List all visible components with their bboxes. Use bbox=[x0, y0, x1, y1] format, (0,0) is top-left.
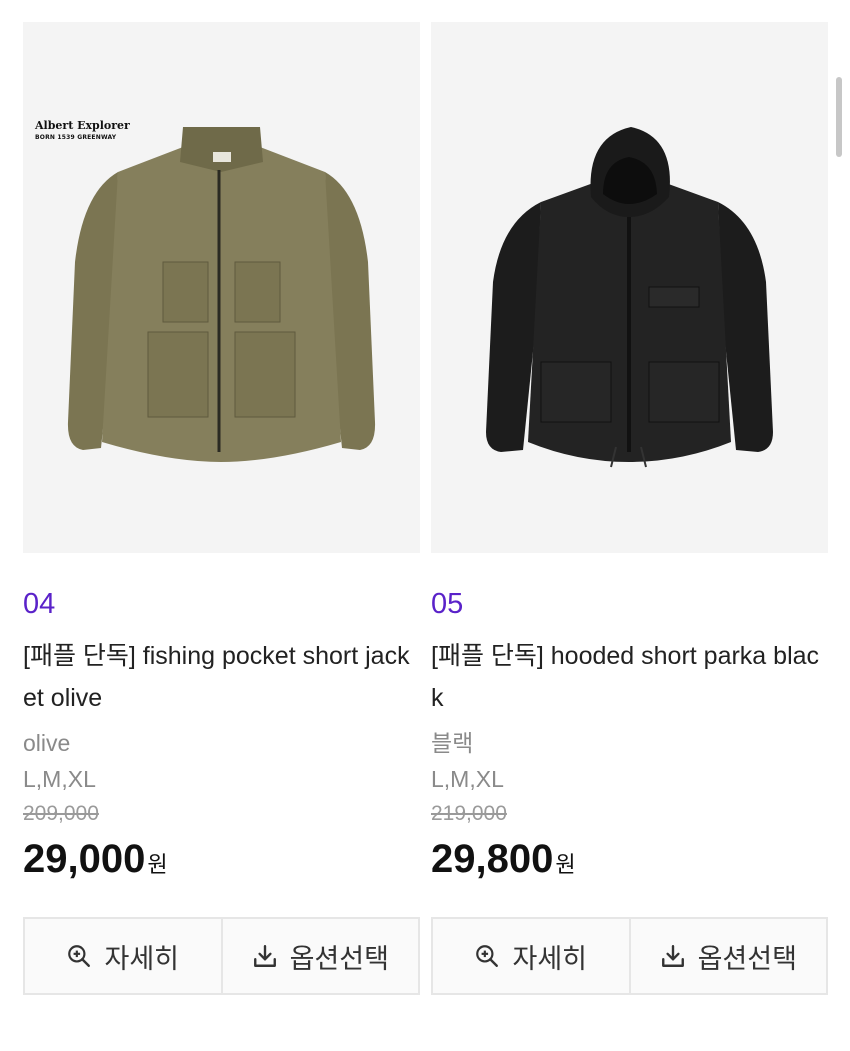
product-rank: 04 bbox=[23, 588, 56, 620]
detail-button[interactable]: 자세히 bbox=[25, 919, 221, 993]
original-price: 209,000 bbox=[23, 802, 99, 825]
product-actions: 자세히 옵션선택 bbox=[431, 917, 828, 995]
product-sizes: L,M,XL bbox=[23, 766, 96, 792]
download-icon bbox=[253, 945, 276, 967]
option-select-button[interactable]: 옵션선택 bbox=[628, 919, 827, 993]
option-select-label: 옵션선택 bbox=[289, 943, 389, 974]
zoom-in-icon bbox=[68, 945, 91, 967]
original-price: 219,000 bbox=[431, 802, 507, 825]
product-sizes: L,M,XL bbox=[431, 766, 504, 792]
brand-logo: Albert Explorer BORN 1539 GREENWAY bbox=[35, 119, 130, 142]
black-parka-image bbox=[486, 127, 773, 468]
scrollbar[interactable] bbox=[836, 77, 842, 157]
product-image[interactable]: Albert Explorer BORN 1539 GREENWAY bbox=[23, 22, 420, 553]
product-actions: 자세히 옵션선택 bbox=[23, 917, 420, 995]
olive-jacket-image bbox=[67, 127, 376, 462]
product-name[interactable]: [패플 단독] fishing pocket short jacket oliv… bbox=[23, 635, 420, 719]
product-card[interactable]: 05 [패플 단독] hooded short parka black 블랙 L… bbox=[431, 22, 828, 889]
zoom-in-icon bbox=[476, 945, 499, 967]
download-icon bbox=[661, 945, 684, 967]
currency-unit: 원 bbox=[147, 852, 168, 877]
product-card[interactable]: Albert Explorer BORN 1539 GREENWAY 04 [패… bbox=[23, 22, 420, 889]
sale-price: 29,000원 bbox=[23, 835, 420, 889]
detail-button-label: 자세히 bbox=[104, 943, 180, 974]
option-select-label: 옵션선택 bbox=[697, 943, 797, 974]
product-color: olive bbox=[23, 730, 71, 756]
currency-unit: 원 bbox=[555, 852, 576, 877]
sale-price-value: 29,000 bbox=[23, 837, 146, 881]
product-color: 블랙 bbox=[431, 730, 474, 756]
detail-button-label: 자세히 bbox=[512, 943, 588, 974]
option-select-button[interactable]: 옵션선택 bbox=[220, 919, 419, 993]
product-image[interactable] bbox=[431, 22, 828, 553]
product-name[interactable]: [패플 단독] hooded short parka black bbox=[431, 635, 828, 719]
sale-price: 29,800원 bbox=[431, 835, 828, 889]
product-rank: 05 bbox=[431, 588, 464, 620]
sale-price-value: 29,800 bbox=[431, 837, 554, 881]
detail-button[interactable]: 자세히 bbox=[433, 919, 629, 993]
